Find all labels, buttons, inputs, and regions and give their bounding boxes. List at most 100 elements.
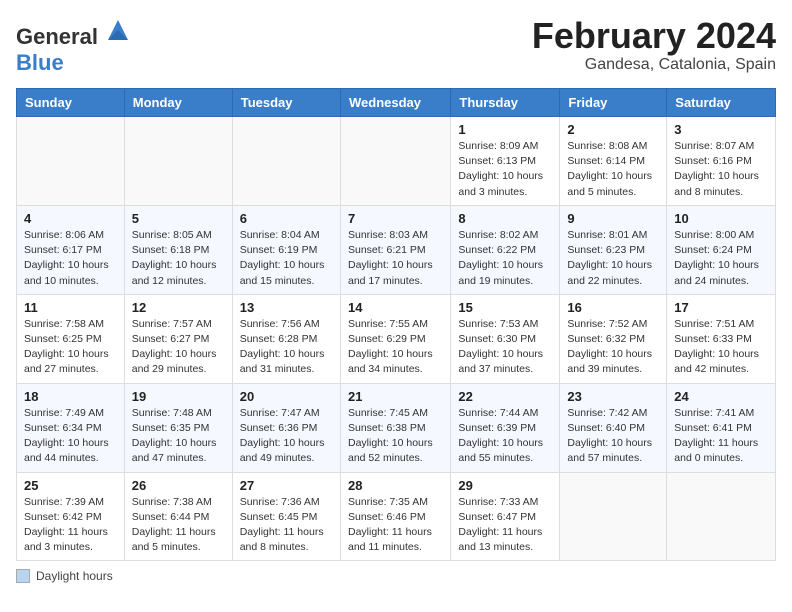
calendar-cell: 29 Sunrise: 7:33 AM Sunset: 6:47 PM Dayli… <box>451 472 560 561</box>
day-detail: Sunrise: 7:55 AM Sunset: 6:29 PM Dayligh… <box>348 317 443 378</box>
calendar-week-row: 25 Sunrise: 7:39 AM Sunset: 6:42 PM Dayli… <box>17 472 776 561</box>
day-number: 28 <box>348 478 443 493</box>
day-number: 11 <box>24 300 117 315</box>
calendar-week-row: 4Sunrise: 8:06 AM Sunset: 6:17 PM Daylig… <box>17 205 776 294</box>
day-detail: Sunrise: 7:58 AM Sunset: 6:25 PM Dayligh… <box>24 317 117 378</box>
calendar-cell: 23 Sunrise: 7:42 AM Sunset: 6:40 PM Dayli… <box>560 383 667 472</box>
day-number: 13 <box>240 300 333 315</box>
calendar-cell: 4Sunrise: 8:06 AM Sunset: 6:17 PM Daylig… <box>17 205 125 294</box>
day-detail: Sunrise: 7:51 AM Sunset: 6:33 PM Dayligh… <box>674 317 768 378</box>
day-detail: Sunrise: 7:53 AM Sunset: 6:30 PM Dayligh… <box>458 317 552 378</box>
calendar-header-saturday: Saturday <box>667 89 776 117</box>
legend-label: Daylight hours <box>36 569 113 583</box>
day-number: 5 <box>132 211 225 226</box>
day-number: 21 <box>348 389 443 404</box>
day-detail: Sunrise: 8:09 AM Sunset: 6:13 PM Dayligh… <box>458 139 552 200</box>
calendar-cell: 11 Sunrise: 7:58 AM Sunset: 6:25 PM Dayli… <box>17 294 125 383</box>
location-title: Gandesa, Catalonia, Spain <box>532 56 776 74</box>
day-detail: Sunrise: 7:52 AM Sunset: 6:32 PM Dayligh… <box>567 317 659 378</box>
day-detail: Sunrise: 7:48 AM Sunset: 6:35 PM Dayligh… <box>132 406 225 467</box>
calendar-week-row: 1 Sunrise: 8:09 AM Sunset: 6:13 PM Daylig… <box>17 117 776 206</box>
calendar-cell <box>560 472 667 561</box>
day-number: 27 <box>240 478 333 493</box>
calendar-week-row: 18 Sunrise: 7:49 AM Sunset: 6:34 PM Dayli… <box>17 383 776 472</box>
day-detail: Sunrise: 7:38 AM Sunset: 6:44 PM Dayligh… <box>132 495 225 556</box>
calendar-cell: 10 Sunrise: 8:00 AM Sunset: 6:24 PM Dayli… <box>667 205 776 294</box>
day-detail: Sunrise: 8:04 AM Sunset: 6:19 PM Dayligh… <box>240 228 333 289</box>
calendar-cell: 25 Sunrise: 7:39 AM Sunset: 6:42 PM Dayli… <box>17 472 125 561</box>
calendar-cell: 1 Sunrise: 8:09 AM Sunset: 6:13 PM Daylig… <box>451 117 560 206</box>
day-detail: Sunrise: 8:02 AM Sunset: 6:22 PM Dayligh… <box>458 228 552 289</box>
day-number: 14 <box>348 300 443 315</box>
day-detail: Sunrise: 8:01 AM Sunset: 6:23 PM Dayligh… <box>567 228 659 289</box>
calendar-header-monday: Monday <box>124 89 232 117</box>
day-number: 8 <box>458 211 552 226</box>
day-number: 18 <box>24 389 117 404</box>
day-number: 12 <box>132 300 225 315</box>
calendar-week-row: 11 Sunrise: 7:58 AM Sunset: 6:25 PM Dayli… <box>17 294 776 383</box>
day-detail: Sunrise: 7:44 AM Sunset: 6:39 PM Dayligh… <box>458 406 552 467</box>
month-title: February 2024 <box>532 16 776 56</box>
day-detail: Sunrise: 7:33 AM Sunset: 6:47 PM Dayligh… <box>458 495 552 556</box>
calendar-cell <box>124 117 232 206</box>
day-number: 4 <box>24 211 117 226</box>
calendar-cell: 24 Sunrise: 7:41 AM Sunset: 6:41 PM Dayli… <box>667 383 776 472</box>
day-detail: Sunrise: 7:39 AM Sunset: 6:42 PM Dayligh… <box>24 495 117 556</box>
calendar-cell <box>667 472 776 561</box>
calendar-cell: 19 Sunrise: 7:48 AM Sunset: 6:35 PM Dayli… <box>124 383 232 472</box>
legend-box <box>16 569 30 583</box>
calendar-cell: 8 Sunrise: 8:02 AM Sunset: 6:22 PM Daylig… <box>451 205 560 294</box>
day-number: 10 <box>674 211 768 226</box>
day-number: 23 <box>567 389 659 404</box>
day-number: 1 <box>458 122 552 137</box>
calendar-cell <box>17 117 125 206</box>
logo-text: General Blue <box>16 16 132 76</box>
day-number: 20 <box>240 389 333 404</box>
title-block: February 2024 Gandesa, Catalonia, Spain <box>532 16 776 74</box>
calendar-cell: 12 Sunrise: 7:57 AM Sunset: 6:27 PM Dayli… <box>124 294 232 383</box>
calendar-cell: 27 Sunrise: 7:36 AM Sunset: 6:45 PM Dayli… <box>232 472 340 561</box>
day-detail: Sunrise: 7:49 AM Sunset: 6:34 PM Dayligh… <box>24 406 117 467</box>
day-number: 19 <box>132 389 225 404</box>
logo-icon <box>104 16 132 44</box>
calendar-cell: 5Sunrise: 8:05 AM Sunset: 6:18 PM Daylig… <box>124 205 232 294</box>
day-detail: Sunrise: 7:35 AM Sunset: 6:46 PM Dayligh… <box>348 495 443 556</box>
calendar-cell: 3Sunrise: 8:07 AM Sunset: 6:16 PM Daylig… <box>667 117 776 206</box>
calendar-header-sunday: Sunday <box>17 89 125 117</box>
calendar-cell: 9Sunrise: 8:01 AM Sunset: 6:23 PM Daylig… <box>560 205 667 294</box>
page-header: General Blue February 2024 Gandesa, Cata… <box>16 16 776 76</box>
calendar-cell: 18 Sunrise: 7:49 AM Sunset: 6:34 PM Dayli… <box>17 383 125 472</box>
calendar-header-tuesday: Tuesday <box>232 89 340 117</box>
day-number: 25 <box>24 478 117 493</box>
day-detail: Sunrise: 7:42 AM Sunset: 6:40 PM Dayligh… <box>567 406 659 467</box>
day-number: 6 <box>240 211 333 226</box>
day-detail: Sunrise: 7:45 AM Sunset: 6:38 PM Dayligh… <box>348 406 443 467</box>
day-detail: Sunrise: 8:07 AM Sunset: 6:16 PM Dayligh… <box>674 139 768 200</box>
calendar-header-wednesday: Wednesday <box>340 89 450 117</box>
calendar-cell <box>340 117 450 206</box>
calendar-cell: 7 Sunrise: 8:03 AM Sunset: 6:21 PM Daylig… <box>340 205 450 294</box>
day-detail: Sunrise: 8:08 AM Sunset: 6:14 PM Dayligh… <box>567 139 659 200</box>
day-number: 29 <box>458 478 552 493</box>
logo-blue: Blue <box>16 50 64 75</box>
calendar-cell: 26 Sunrise: 7:38 AM Sunset: 6:44 PM Dayli… <box>124 472 232 561</box>
logo: General Blue <box>16 16 132 76</box>
day-number: 17 <box>674 300 768 315</box>
calendar-table: SundayMondayTuesdayWednesdayThursdayFrid… <box>16 88 776 561</box>
day-detail: Sunrise: 8:00 AM Sunset: 6:24 PM Dayligh… <box>674 228 768 289</box>
day-detail: Sunrise: 7:36 AM Sunset: 6:45 PM Dayligh… <box>240 495 333 556</box>
day-detail: Sunrise: 7:57 AM Sunset: 6:27 PM Dayligh… <box>132 317 225 378</box>
day-detail: Sunrise: 7:41 AM Sunset: 6:41 PM Dayligh… <box>674 406 768 467</box>
calendar-cell: 20 Sunrise: 7:47 AM Sunset: 6:36 PM Dayli… <box>232 383 340 472</box>
day-detail: Sunrise: 8:03 AM Sunset: 6:21 PM Dayligh… <box>348 228 443 289</box>
calendar-cell: 17 Sunrise: 7:51 AM Sunset: 6:33 PM Dayli… <box>667 294 776 383</box>
calendar-cell: 2Sunrise: 8:08 AM Sunset: 6:14 PM Daylig… <box>560 117 667 206</box>
day-number: 7 <box>348 211 443 226</box>
day-number: 24 <box>674 389 768 404</box>
logo-general: General <box>16 24 98 49</box>
day-number: 26 <box>132 478 225 493</box>
day-detail: Sunrise: 7:47 AM Sunset: 6:36 PM Dayligh… <box>240 406 333 467</box>
calendar-cell: 21 Sunrise: 7:45 AM Sunset: 6:38 PM Dayli… <box>340 383 450 472</box>
calendar-cell: 14 Sunrise: 7:55 AM Sunset: 6:29 PM Dayli… <box>340 294 450 383</box>
calendar-header-friday: Friday <box>560 89 667 117</box>
